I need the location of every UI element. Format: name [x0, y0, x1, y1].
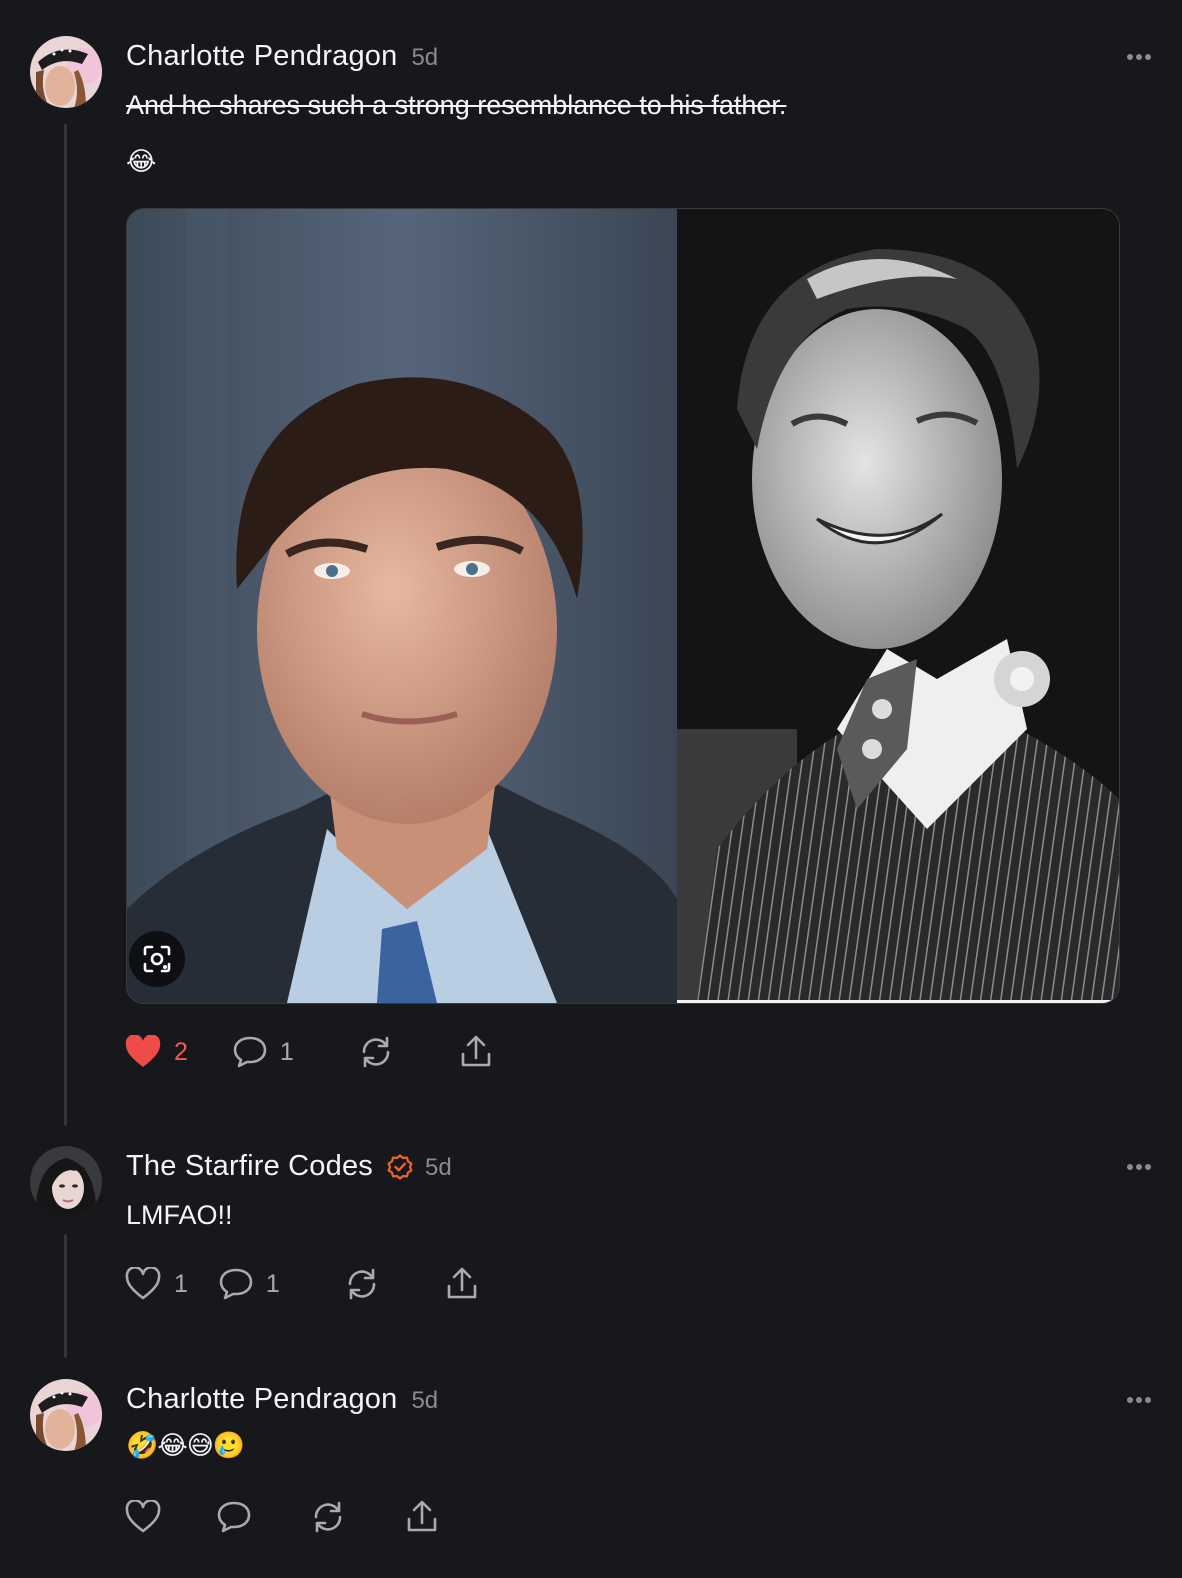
post-header: Charlotte Pendragon 5d — [126, 1383, 438, 1416]
media-progress — [677, 1000, 1119, 1003]
post-header: The Starfire Codes 5d — [126, 1150, 452, 1183]
comment-icon — [217, 1501, 251, 1533]
author-name[interactable]: Charlotte Pendragon — [126, 1383, 397, 1416]
share-icon — [447, 1267, 477, 1299]
post-time[interactable]: 5d — [411, 44, 438, 72]
like-button[interactable]: 2 — [124, 1035, 188, 1069]
post: Charlotte Pendragon 5d And he shares suc… — [0, 0, 1182, 1110]
share-button[interactable] — [404, 1499, 440, 1535]
lens-button[interactable] — [129, 931, 185, 987]
post-emoji: 🤣😂😅🥲 — [126, 1430, 245, 1460]
repost-button[interactable] — [344, 1266, 380, 1302]
more-icon[interactable] — [1126, 1163, 1152, 1171]
comment-button[interactable]: 1 — [218, 1267, 280, 1301]
reply: Charlotte Pendragon 5d 🤣😂😅🥲 — [0, 1343, 1182, 1578]
share-button[interactable] — [458, 1034, 494, 1070]
repost-icon — [362, 1036, 390, 1068]
repost-button[interactable] — [358, 1034, 394, 1070]
share-button[interactable] — [444, 1266, 480, 1302]
comment-icon — [233, 1036, 267, 1068]
heart-icon — [125, 1035, 161, 1067]
verified-icon — [387, 1153, 413, 1180]
share-icon — [407, 1500, 437, 1532]
post-time[interactable]: 5d — [411, 1387, 438, 1415]
action-bar: 2 1 — [124, 1034, 538, 1070]
action-bar — [124, 1499, 484, 1535]
avatar[interactable] — [30, 1146, 102, 1218]
more-icon[interactable] — [1126, 1396, 1152, 1404]
photo-right[interactable] — [677, 209, 1119, 1003]
author-name[interactable]: The Starfire Codes — [126, 1150, 373, 1183]
post-emoji: 😂 — [126, 146, 156, 176]
repost-button[interactable] — [310, 1499, 346, 1535]
comment-count: 1 — [279, 1037, 294, 1066]
share-icon — [461, 1035, 491, 1067]
comment-icon — [219, 1268, 253, 1300]
author-name[interactable]: Charlotte Pendragon — [126, 40, 397, 73]
photo-left[interactable] — [127, 209, 677, 1003]
avatar[interactable] — [30, 36, 102, 108]
comment-count: 1 — [265, 1269, 280, 1298]
action-bar: 1 1 — [124, 1266, 524, 1302]
lens-icon — [143, 945, 171, 973]
comment-button[interactable]: 1 — [232, 1035, 294, 1069]
heart-icon — [125, 1267, 161, 1300]
post-header: Charlotte Pendragon 5d — [126, 40, 438, 73]
post-time[interactable]: 5d — [425, 1154, 452, 1182]
like-button[interactable] — [124, 1500, 162, 1534]
like-count: 1 — [174, 1269, 188, 1298]
like-button[interactable]: 1 — [124, 1267, 188, 1301]
avatar[interactable] — [30, 1379, 102, 1451]
comment-button[interactable] — [216, 1500, 252, 1534]
like-count: 2 — [174, 1037, 188, 1066]
post-text: LMFAO!! — [126, 1200, 233, 1230]
repost-icon — [348, 1268, 376, 1300]
post-text: And he shares such a strong resemblance … — [126, 90, 787, 120]
post-media[interactable] — [126, 208, 1120, 1004]
more-icon[interactable] — [1126, 53, 1152, 61]
repost-icon — [314, 1501, 342, 1533]
heart-icon — [125, 1500, 161, 1533]
reply: The Starfire Codes 5d LMFAO!! 1 1 — [0, 1110, 1182, 1360]
